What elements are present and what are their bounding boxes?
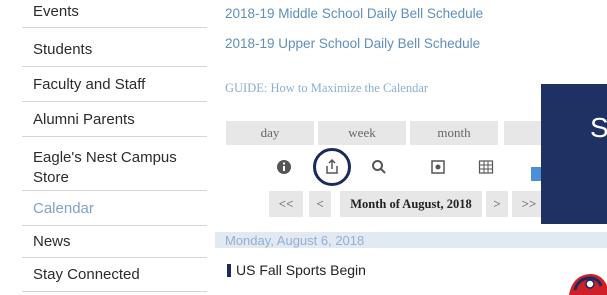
sidebar-item-campus-store[interactable]: Eagle's Nest Campus Store <box>22 139 207 191</box>
tab-month-label: month <box>437 125 471 140</box>
next-month-button[interactable]: > <box>486 191 508 217</box>
current-month-text: Month of August, 2018 <box>350 196 472 211</box>
search-icon[interactable] <box>368 156 390 178</box>
tab-week-label: week <box>348 125 376 140</box>
grid-icon[interactable] <box>475 156 497 178</box>
info-icon[interactable] <box>273 156 295 178</box>
first-page-label: << <box>278 196 294 211</box>
upper-school-bell-schedule-link[interactable]: 2018-19 Upper School Daily Bell Schedule <box>225 36 480 51</box>
sidebar-item-label: Alumni Parents <box>33 111 135 128</box>
eagle-mascot-icon <box>569 274 607 295</box>
sidebar-item-alumni-parents[interactable]: Alumni Parents <box>22 104 207 137</box>
sidebar-nav: Events Students Faculty and Staff Alumni… <box>0 0 215 295</box>
next-month-label: > <box>493 196 501 211</box>
previous-month-label: < <box>316 196 324 211</box>
tab-day[interactable]: day <box>226 121 314 145</box>
sidebar-item-news[interactable]: News <box>22 226 207 258</box>
tab-month[interactable]: month <box>410 121 498 145</box>
page-frame: Events Students Faculty and Staff Alumni… <box>0 0 607 295</box>
share-export-icon[interactable] <box>321 156 343 178</box>
previous-month-button[interactable]: < <box>309 191 331 217</box>
tab-day-label: day <box>260 125 280 140</box>
sidebar-item-label: Students <box>33 41 93 58</box>
sidebar-item-label: Calendar <box>33 200 94 217</box>
sidebar-item-label: Eagle's Nest Campus Store <box>33 149 177 186</box>
sidebar-item-events[interactable]: Events <box>22 0 207 28</box>
event-marker <box>227 263 231 277</box>
tab-week[interactable]: week <box>318 121 406 145</box>
calendar-guide-link[interactable]: GUIDE: How to Maximize the Calendar <box>225 81 428 96</box>
sidebar-item-stay-connected[interactable]: Stay Connected <box>22 259 207 292</box>
display-icon[interactable] <box>427 156 449 178</box>
sidebar-item-students[interactable]: Students <box>22 34 207 67</box>
sidebar-item-label: Stay Connected <box>33 266 140 283</box>
sidebar-item-faculty-and-staff[interactable]: Faculty and Staff <box>22 69 207 102</box>
event-title: US Fall Sports Begin <box>236 262 366 278</box>
overlay-banner: S <box>541 84 607 224</box>
date-heading-text: Monday, August 6, 2018 <box>225 232 365 248</box>
current-month-label: Month of August, 2018 <box>340 191 482 217</box>
overlay-text: S <box>590 112 607 143</box>
sidebar-item-label: Faculty and Staff <box>33 76 146 93</box>
first-page-button[interactable]: << <box>269 191 303 217</box>
date-heading: Monday, August 6, 2018 <box>215 232 607 248</box>
middle-school-bell-schedule-link[interactable]: 2018-19 Middle School Daily Bell Schedul… <box>225 6 483 21</box>
event-item[interactable]: US Fall Sports Begin <box>227 262 366 278</box>
last-page-label: >> <box>521 196 537 211</box>
sidebar-item-calendar[interactable]: Calendar <box>22 193 207 226</box>
sidebar-item-label: News <box>33 232 71 250</box>
sidebar-item-label: Events <box>33 2 79 20</box>
